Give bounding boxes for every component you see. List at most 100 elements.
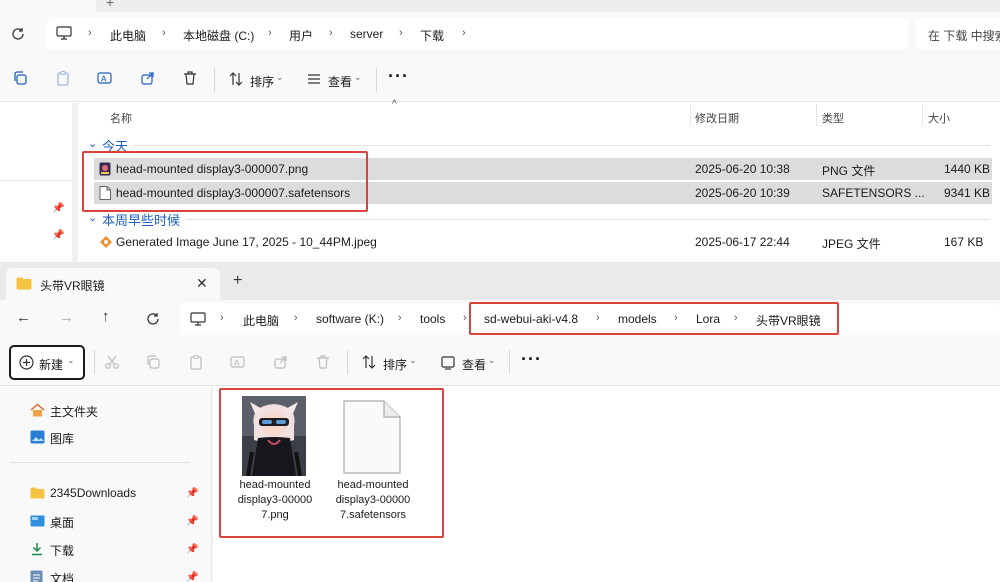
chevron-down-icon: ⌄ — [276, 72, 284, 82]
tab-title: 头带VR眼镜 — [40, 279, 105, 293]
view-button[interactable]: 查看 — [462, 356, 486, 373]
breadcrumb-downloads[interactable]: 下载 — [420, 27, 444, 44]
toolbar-divider — [376, 68, 377, 92]
chevron-right-icon: › — [329, 27, 333, 39]
file-row-jpeg[interactable]: Generated Image June 17, 2025 - 10_44PM.… — [94, 231, 992, 253]
copy-icon[interactable] — [145, 354, 163, 372]
folder-icon — [30, 487, 45, 499]
share-icon[interactable] — [140, 70, 158, 88]
group-divider — [134, 145, 990, 146]
svg-text:A: A — [234, 359, 240, 368]
chevron-right-icon: › — [162, 27, 166, 39]
view-button[interactable]: 查看 — [328, 73, 352, 90]
paste-icon[interactable] — [188, 354, 206, 372]
paste-icon[interactable] — [55, 70, 73, 88]
new-button[interactable]: 新建 ⌄ — [9, 345, 85, 380]
file-content-area: head-mounted display3-00000 7.png head-m… — [213, 386, 1000, 582]
rename-icon[interactable]: A — [97, 70, 115, 88]
chevron-right-icon: › — [88, 27, 92, 39]
file-type: PNG 文件 — [822, 164, 876, 178]
chevron-right-icon: › — [294, 312, 298, 324]
chevron-down-icon: ⌄ — [409, 355, 417, 365]
pin-icon[interactable]: 📌 — [186, 544, 198, 556]
cut-icon[interactable] — [104, 354, 122, 372]
file-size: 167 KB — [944, 235, 984, 249]
up-arrow-icon[interactable]: ↑ — [102, 308, 110, 325]
close-tab-icon[interactable]: ✕ — [196, 275, 208, 292]
new-button-label: 新建 — [39, 358, 64, 372]
pin-icon[interactable]: 📌 — [186, 516, 198, 528]
chevron-right-icon: › — [220, 312, 224, 324]
chevron-right-icon: › — [463, 312, 467, 324]
pin-icon[interactable]: 📌 — [186, 572, 198, 582]
address-bar[interactable]: › 此电脑 › 本地磁盘 (C:) › 用户 › server › 下载 › — [46, 19, 908, 49]
file-size: 9341 KB — [944, 186, 991, 200]
column-header-name[interactable]: 名称 — [110, 110, 132, 126]
group-header-earlier-this-week[interactable]: 本周早些时候 — [102, 210, 180, 229]
back-arrow-icon[interactable]: ← — [16, 309, 31, 326]
address-row: › 此电脑 › 本地磁盘 (C:) › 用户 › server › 下载 › 在… — [0, 12, 1000, 58]
toolbar-divider — [509, 350, 510, 374]
nav-item-label: 文档 — [50, 572, 75, 582]
file-type: SAFETENSORS ... — [822, 186, 925, 200]
document-icon — [30, 570, 43, 582]
copy-icon[interactable] — [12, 70, 30, 88]
nav-item-label: 图库 — [50, 432, 75, 446]
folder-icon — [16, 277, 32, 290]
column-header-modified[interactable]: 修改日期 — [695, 110, 739, 126]
new-tab-icon[interactable]: + — [106, 0, 114, 10]
group-collapse-icon[interactable]: ⌄ — [88, 211, 97, 224]
tab-vr-goggles[interactable]: 头带VR眼镜 ✕ — [6, 268, 220, 300]
column-header-size[interactable]: 大小 — [928, 110, 950, 126]
explorer-window-downloads: + › 此电脑 › 本地磁盘 (C:) › 用户 › server › 下载 ›… — [0, 0, 1000, 262]
file-type: JPEG 文件 — [822, 237, 881, 251]
breadcrumb-tools[interactable]: tools — [420, 312, 445, 326]
delete-icon[interactable] — [315, 354, 333, 372]
group-collapse-icon[interactable]: ⌄ — [88, 137, 97, 150]
computer-icon — [56, 26, 72, 40]
more-options-icon[interactable]: ··· — [388, 66, 409, 87]
nav-scrollbar[interactable] — [200, 386, 212, 582]
highlight-box-downloads — [82, 151, 368, 212]
sort-button[interactable]: 排序 — [250, 73, 274, 90]
view-icon — [306, 71, 324, 89]
rename-icon[interactable]: A — [230, 354, 248, 372]
tab-downloads[interactable] — [0, 0, 96, 12]
breadcrumb-server[interactable]: server — [350, 27, 383, 41]
breadcrumb-this-pc[interactable]: 此电脑 — [110, 27, 146, 44]
chevron-right-icon: › — [398, 312, 402, 324]
nav-scrollbar[interactable] — [72, 103, 78, 262]
navigation-pane: 📌 📌 — [0, 103, 72, 262]
more-options-icon[interactable]: ··· — [521, 349, 542, 370]
chevron-down-icon: ⌄ — [354, 72, 362, 82]
sort-ascending-icon: ^ — [392, 99, 397, 110]
breadcrumb-users[interactable]: 用户 — [289, 27, 313, 44]
refresh-icon[interactable] — [10, 26, 26, 42]
explorer-window-vr-goggles: 头带VR眼镜 ✕ + ← → ↑ › 此电脑 › software (K:) ›… — [0, 262, 1000, 582]
new-tab-icon[interactable]: + — [233, 272, 242, 290]
nav-item-label: 2345Downloads — [50, 486, 137, 500]
column-header-type[interactable]: 类型 — [822, 110, 844, 126]
navigation-pane: 主文件夹 图库 2345Downloads 桌面 下载 文档 📌 📌 📌 📌 — [0, 386, 200, 582]
sort-button[interactable]: 排序 — [383, 356, 407, 373]
breadcrumb-this-pc[interactable]: 此电脑 — [243, 312, 279, 329]
breadcrumb-software-drive[interactable]: software (K:) — [316, 312, 384, 326]
chevron-down-icon: ⌄ — [488, 355, 496, 365]
forward-arrow-icon[interactable]: → — [59, 309, 74, 326]
desktop-icon — [30, 515, 45, 527]
pin-icon: 📌 — [52, 203, 65, 214]
file-size: 1440 KB — [944, 162, 991, 176]
group-divider — [186, 219, 990, 220]
breadcrumb-local-disk[interactable]: 本地磁盘 (C:) — [183, 27, 254, 44]
share-icon[interactable] — [273, 354, 291, 372]
refresh-icon[interactable] — [145, 311, 161, 327]
pin-icon[interactable]: 📌 — [186, 488, 198, 500]
delete-icon[interactable] — [182, 70, 200, 88]
file-date: 2025-06-17 22:44 — [695, 235, 790, 249]
file-date: 2025-06-20 10:38 — [695, 162, 790, 176]
nav-divider — [10, 462, 190, 463]
highlight-box-files — [219, 388, 444, 538]
view-icon — [440, 354, 458, 372]
toolbar-divider — [347, 350, 348, 374]
search-box[interactable]: 在 下载 中搜索 — [916, 19, 1000, 49]
